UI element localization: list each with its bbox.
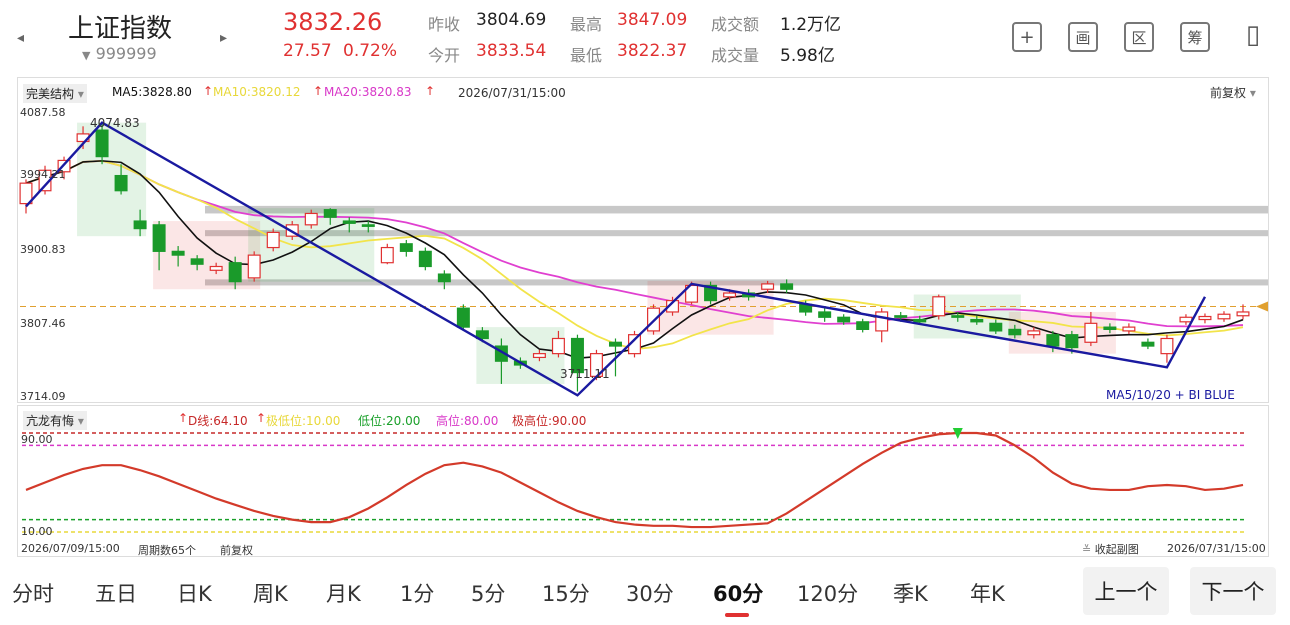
candle-body [133,220,147,230]
candle-body [209,265,223,271]
candle-body [551,337,565,355]
tab-4[interactable]: 月K [326,578,361,608]
candle-body [380,246,394,264]
candle-body [989,322,1003,332]
candle-body [456,307,470,328]
candle-body [818,311,832,318]
up-arrow-icon: ↑ [256,411,267,425]
y-label-min: 3714.09 [20,390,66,403]
tab-9[interactable]: 60分 [713,578,763,608]
extreme-low-label: 极低位:10.00 [266,414,341,428]
shaded-zone [153,221,261,290]
y-label-4: 3807.46 [20,317,66,330]
sub-adjust: 前复权 [220,544,253,557]
candle-body [1065,334,1079,349]
active-tab-indicator [725,613,749,617]
chevron-down-icon: ▾ [74,414,84,428]
candle-body [399,243,413,252]
sub-y-top: 90.00 [21,433,53,446]
tab-6[interactable]: 5分 [471,578,505,608]
candle-body [266,231,280,249]
candle-body [913,318,927,323]
candle-body [1084,322,1098,343]
period-count: 周期数65个 [138,544,196,557]
tab-12[interactable]: 年K [970,578,1005,608]
candle-body [723,292,737,298]
candle-body [114,174,128,192]
candle-body [95,129,109,158]
candle-body [1160,337,1174,355]
sub-y-bottom: 10.00 [21,525,53,538]
collapse-subchart-label: 收起副图 [1094,543,1139,556]
tab-8[interactable]: 30分 [626,578,674,608]
candle-body [247,254,261,279]
candle-body [152,224,166,252]
candle-body [1179,316,1193,323]
candle-body [608,341,622,347]
candle-body [1046,334,1060,347]
candle-body [856,321,870,330]
candle-body [323,209,337,218]
candle-body [190,258,204,265]
tab-0[interactable]: 分时 [12,578,54,608]
legend-note: MA5/10/20 + BI BLUE [1106,388,1235,402]
candle-body [951,315,965,318]
candle-body [894,315,908,318]
y-label-max: 4087.58 [20,106,66,119]
low-annotation: 3711.11 [560,367,610,381]
candle-body [361,224,375,227]
d-line-label: D线:64.10 [188,414,248,428]
candle-body [780,283,794,290]
y-label-2: 3994.21 [20,168,66,181]
prev-button[interactable]: 上一个 [1083,567,1169,615]
tab-11[interactable]: 季K [893,578,928,608]
candle-body [1236,311,1250,317]
candle-body [1027,330,1041,336]
candle-body [837,316,851,323]
tab-2[interactable]: 日K [177,578,212,608]
tab-5[interactable]: 1分 [400,578,434,608]
low-level-label: 低位:20.00 [358,414,421,428]
candle-body [970,318,984,323]
sub-indicator-select-label: 亢龙有悔 [26,414,75,428]
candle-body [932,296,946,317]
candle-body [1103,326,1117,330]
candle-body [228,262,242,283]
extreme-high-label: 极高位:90.00 [512,414,587,428]
tab-3[interactable]: 周K [253,578,288,608]
collapse-subchart-button[interactable]: ≚ 收起副图 [1082,541,1139,557]
sub-indicator-select[interactable]: 亢龙有悔 ▾ [23,411,87,430]
end-time: 2026/07/31/15:00 [1167,542,1266,555]
tab-1[interactable]: 五日 [95,578,137,608]
candle-body [304,212,318,226]
candle-body [437,273,451,283]
candle-body [171,250,185,256]
next-button[interactable]: 下一个 [1190,567,1276,615]
candle-body [875,311,889,332]
candle-body [342,220,356,224]
high-level-label: 高位:80.00 [436,414,499,428]
high-annotation: 4074.83 [90,116,140,130]
chevron-double-down-icon: ≚ [1082,543,1092,556]
candle-body [532,353,546,359]
last-price-marker-icon [1256,301,1268,312]
candle-body [1198,315,1212,321]
up-arrow-icon: ↑ [178,411,189,425]
tab-10[interactable]: 120分 [797,578,858,608]
tab-7[interactable]: 15分 [542,578,590,608]
candle-body [1122,326,1136,332]
candle-body [1217,313,1231,320]
candle-body [1141,341,1155,347]
start-time: 2026/07/09/15:00 [21,542,120,555]
candle-body [761,283,775,290]
y-label-3: 3900.83 [20,243,66,256]
candle-body [1008,328,1022,336]
candle-body [418,250,432,268]
